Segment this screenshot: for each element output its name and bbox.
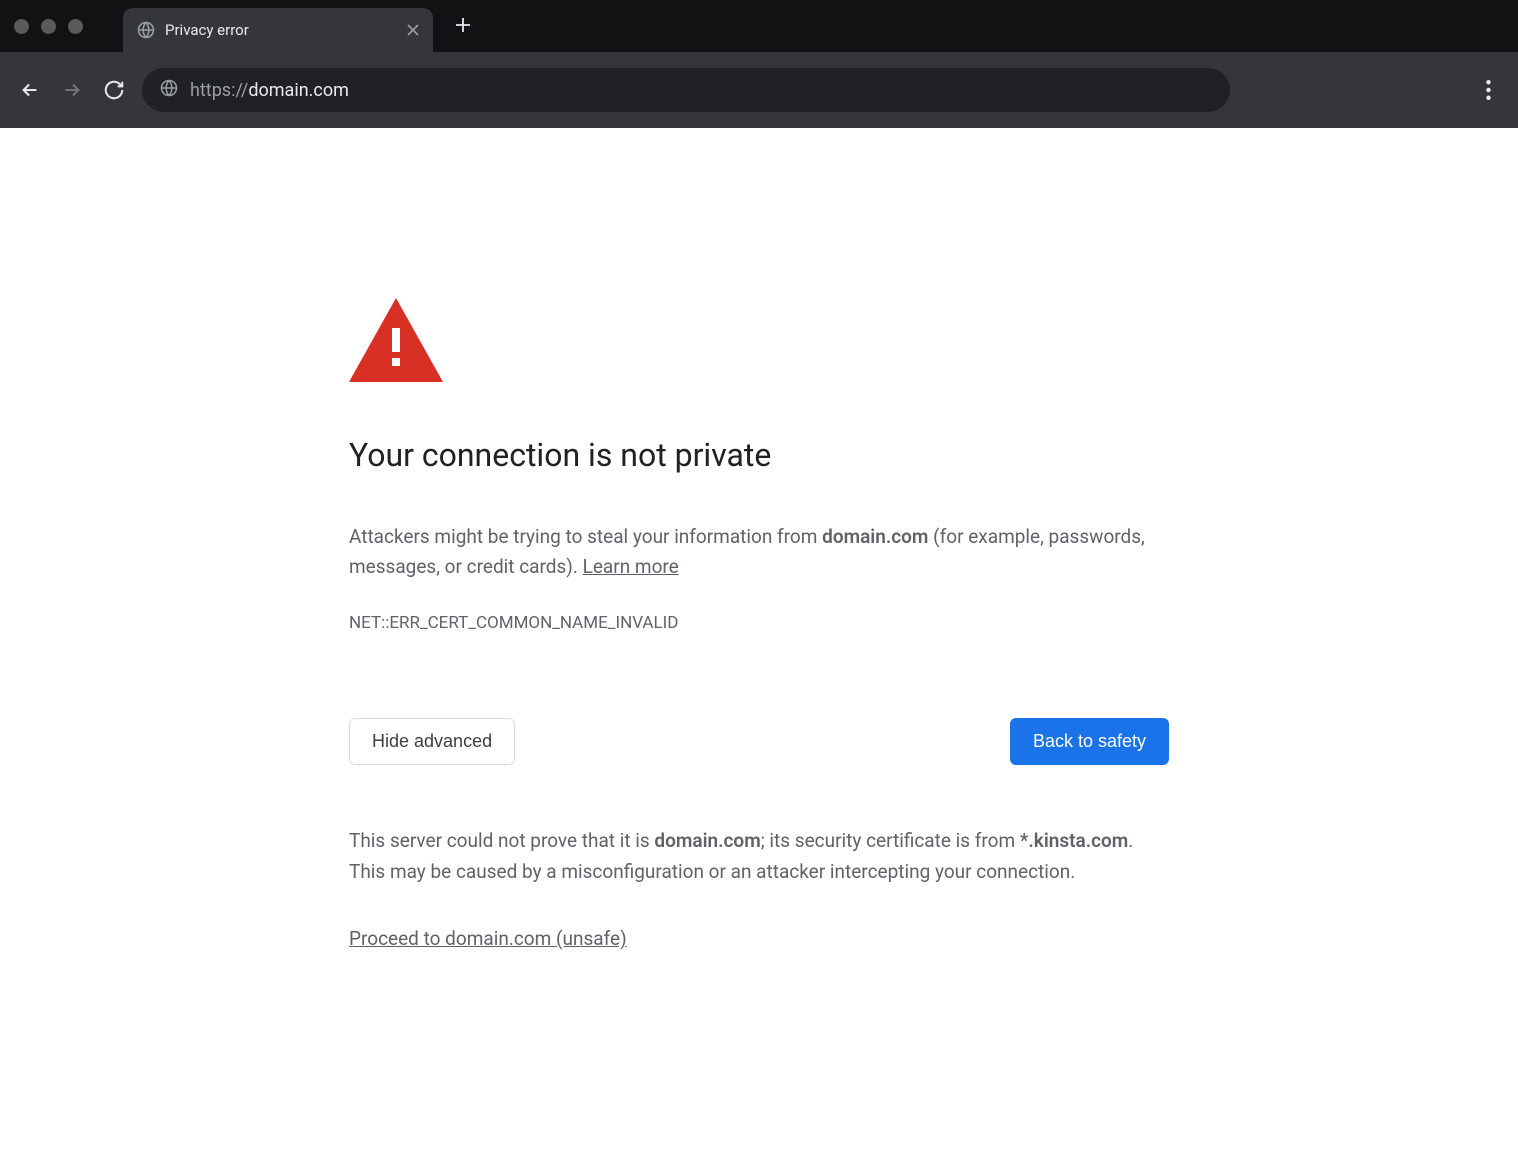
new-tab-button[interactable] (455, 14, 471, 39)
browser-menu-button[interactable] (1474, 76, 1502, 104)
warning-description: Attackers might be trying to steal your … (349, 522, 1169, 583)
url-host: domain.com (248, 80, 349, 101)
proceed-unsafe-link[interactable]: Proceed to domain.com (unsafe) (349, 927, 627, 950)
tab-close-button[interactable] (407, 21, 419, 40)
globe-icon (137, 21, 155, 39)
warning-icon (349, 298, 1169, 386)
site-info-icon[interactable] (160, 79, 178, 102)
forward-button[interactable] (58, 76, 86, 104)
browser-tab[interactable]: Privacy error (123, 8, 433, 52)
toolbar: https://domain.com (0, 52, 1518, 128)
window-controls (14, 19, 123, 34)
url-scheme: https:// (190, 80, 248, 101)
tab-strip: Privacy error (0, 0, 1518, 52)
url-text: https://domain.com (190, 80, 349, 101)
button-row: Hide advanced Back to safety (349, 718, 1169, 765)
window-minimize-button[interactable] (41, 19, 56, 34)
window-close-button[interactable] (14, 19, 29, 34)
hide-advanced-button[interactable]: Hide advanced (349, 718, 515, 765)
back-button[interactable] (16, 76, 44, 104)
page-heading: Your connection is not private (349, 436, 1169, 474)
tab-title: Privacy error (165, 21, 397, 39)
browser-chrome: Privacy error https://domain.com (0, 0, 1518, 128)
address-bar[interactable]: https://domain.com (142, 68, 1230, 112)
advanced-detail: This server could not prove that it is d… (349, 825, 1169, 888)
window-maximize-button[interactable] (68, 19, 83, 34)
page-content: Your connection is not private Attackers… (0, 128, 1518, 950)
back-to-safety-button[interactable]: Back to safety (1010, 718, 1169, 765)
learn-more-link[interactable]: Learn more (583, 555, 679, 578)
error-code: NET::ERR_CERT_COMMON_NAME_INVALID (349, 613, 1169, 633)
reload-button[interactable] (100, 76, 128, 104)
